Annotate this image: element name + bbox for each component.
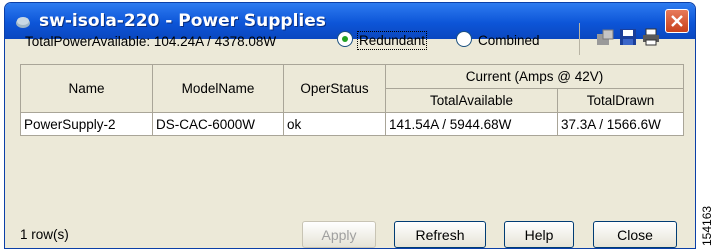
cell-total-drawn[interactable]: 37.3A / 1566.6W (557, 112, 684, 136)
close-icon (671, 15, 683, 27)
redundant-label[interactable]: Redundant (356, 31, 428, 50)
column-header-model[interactable]: ModelName (152, 64, 284, 113)
total-power-available: TotalPowerAvailable: 104.24A / 4378.08W (25, 34, 277, 49)
app-icon (16, 17, 30, 28)
cell-total-available[interactable]: 141.54A / 5944.68W (385, 112, 558, 136)
redundant-radio[interactable] (337, 31, 353, 47)
cell-status[interactable]: ok (283, 112, 386, 136)
print-icon[interactable] (641, 27, 661, 47)
window-title: sw-isola-220 - Power Supplies (39, 11, 326, 31)
column-header-total-available[interactable]: TotalAvailable (385, 88, 558, 113)
figure-id: 154163 (700, 205, 714, 246)
row-count-status: 1 row(s) (20, 227, 69, 242)
close-button[interactable]: Close (593, 221, 677, 248)
power-supplies-table: Name ModelName OperStatus Current (Amps … (20, 64, 684, 136)
cell-model[interactable]: DS-CAC-6000W (152, 112, 284, 136)
help-button[interactable]: Help (504, 221, 574, 248)
column-header-status[interactable]: OperStatus (283, 64, 386, 113)
cell-name[interactable]: PowerSupply-2 (20, 112, 153, 136)
power-supplies-dialog: sw-isola-220 - Power Supplies TotalPower… (4, 2, 696, 249)
close-window-button[interactable] (665, 9, 689, 33)
refresh-button[interactable]: Refresh (394, 221, 486, 248)
column-header-total-drawn[interactable]: TotalDrawn (557, 88, 684, 113)
combined-radio[interactable] (456, 31, 472, 47)
save-icon[interactable] (618, 27, 638, 47)
apply-button[interactable]: Apply (302, 221, 376, 248)
toolbar-separator (579, 23, 580, 55)
table-row[interactable]: PowerSupply-2 DS-CAC-6000W ok 141.54A / … (20, 112, 684, 136)
column-header-name[interactable]: Name (20, 64, 153, 113)
column-group-current: Current (Amps @ 42V) (385, 64, 684, 89)
combined-label[interactable]: Combined (478, 33, 540, 48)
export-icon[interactable] (595, 27, 615, 47)
